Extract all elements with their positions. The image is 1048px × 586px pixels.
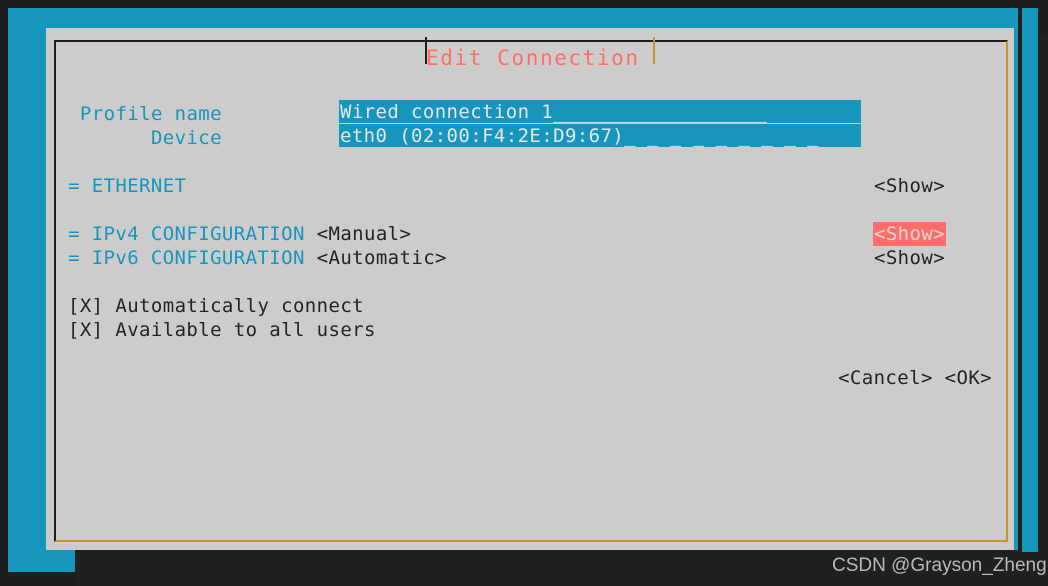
section-ethernet-label: ETHERNET [91, 175, 187, 197]
watermark: CSDN @Grayson_Zheng [832, 555, 1047, 576]
checkbox-automatically-connect[interactable]: [X] Automatically connect [68, 294, 364, 318]
device-input[interactable]: eth0 (02:00:F4:2E:D9:67)_ _ _ _ _ _ _ _ … [339, 124, 861, 147]
section-ethernet[interactable]: = ETHERNET [68, 174, 186, 198]
profile-name-input[interactable]: Wired connection 1___________________ [339, 100, 861, 123]
dialog-action-buttons: <Cancel> <OK> [838, 366, 992, 390]
section-marker-icon: = [68, 223, 80, 245]
section-ipv4[interactable]: = IPv4 CONFIGURATION <Manual> [68, 222, 411, 246]
section-ipv6[interactable]: = IPv6 CONFIGURATION <Automatic> [68, 246, 447, 270]
profile-name-label: Profile name [79, 103, 222, 125]
device-fill: _ _ _ _ _ _ _ _ _ [624, 125, 819, 147]
checkbox-automatically-connect-label: Automatically connect [115, 295, 364, 317]
ipv4-show-button[interactable]: <Show> [873, 222, 947, 246]
section-marker-icon: = [68, 247, 80, 269]
checkbox-mark-icon: [X] [68, 319, 104, 341]
ipv6-show-button[interactable]: <Show> [874, 246, 945, 270]
profile-name-value: Wired connection 1 [340, 101, 554, 123]
ipv4-method-value[interactable]: <Manual> [317, 223, 412, 245]
section-ipv6-label: IPv6 CONFIGURATION [91, 247, 305, 269]
device-value: eth0 (02:00:F4:2E:D9:67) [340, 125, 625, 147]
desktop-edge-strip [1022, 8, 1038, 552]
cancel-button[interactable]: <Cancel> [838, 366, 933, 390]
ethernet-show-button[interactable]: <Show> [874, 174, 945, 198]
checkbox-available-to-all-users-label: Available to all users [115, 319, 376, 341]
section-ipv4-label: IPv4 CONFIGURATION [91, 223, 305, 245]
terminal-screen: Edit Connection Profile name Wired conne… [0, 0, 1048, 586]
profile-name-fill: ___________________ [553, 101, 767, 123]
checkbox-mark-icon: [X] [68, 295, 104, 317]
edit-connection-dialog: Edit Connection Profile name Wired conne… [46, 28, 1014, 550]
checkbox-available-to-all-users[interactable]: [X] Available to all users [68, 318, 376, 342]
section-marker-icon: = [68, 175, 80, 197]
device-label: Device [150, 127, 222, 149]
ipv6-method-value[interactable]: <Automatic> [317, 247, 447, 269]
dialog-content: Profile name Wired connection 1_________… [46, 28, 1014, 550]
ok-button[interactable]: <OK> [945, 366, 992, 390]
